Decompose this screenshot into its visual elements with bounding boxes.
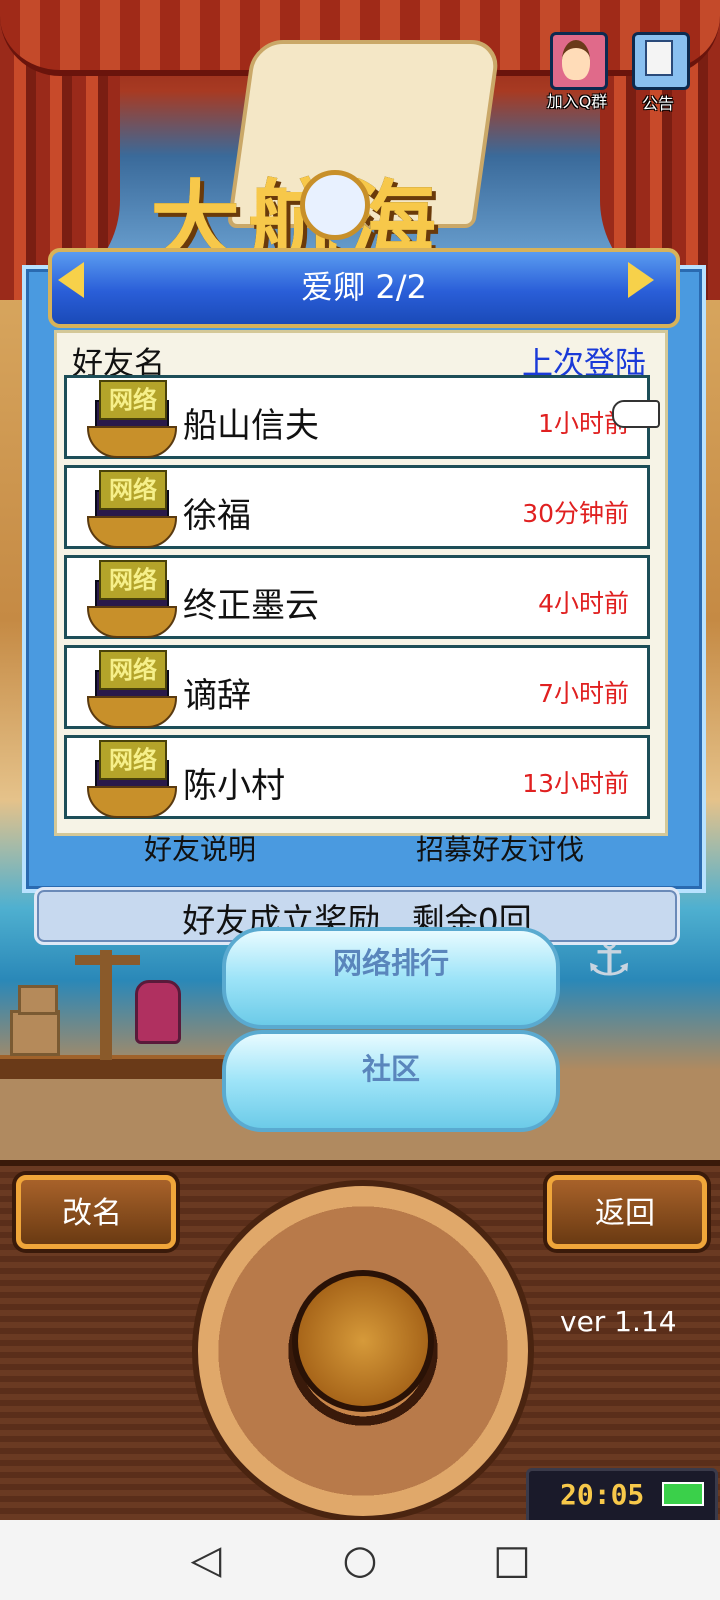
friend-name: 谪辞 — [183, 676, 251, 716]
recents-square-icon[interactable]: □ — [482, 1537, 542, 1583]
friend-row[interactable]: 网络 徐福 30分钟前 — [64, 465, 650, 549]
crate — [10, 1010, 60, 1056]
friend-last-login: 4小时前 — [538, 589, 629, 618]
crate — [18, 985, 58, 1015]
pirate-character — [135, 980, 181, 1044]
friend-name: 终正墨云 — [183, 586, 319, 626]
friend-last-login: 7小时前 — [538, 679, 629, 708]
notice-label: 公告 — [641, 94, 674, 113]
network-badge: 网络 — [99, 740, 167, 780]
ship-icon: 网络 — [81, 650, 177, 730]
center-action-button[interactable] — [292, 1270, 434, 1412]
document-icon — [645, 40, 673, 76]
friend-row[interactable]: 网络 船山信夫 1小时前 — [64, 375, 650, 459]
battery-icon — [662, 1482, 704, 1506]
network-badge: 网络 — [99, 380, 167, 420]
home-circle-icon[interactable]: ○ — [330, 1537, 390, 1583]
game-logo: 大航海 — [150, 171, 444, 276]
network-badge: 网络 — [99, 560, 167, 600]
crane-post — [100, 950, 112, 1060]
friend-explanation-button[interactable]: 好友说明 — [120, 828, 280, 868]
friend-last-login: 30分钟前 — [522, 499, 629, 528]
back-triangle-icon[interactable]: ◁ — [176, 1537, 236, 1583]
back-label: 返回 — [595, 1196, 655, 1231]
friend-panel-title: 爱卿 2/2 — [301, 268, 427, 306]
community-label: 社区 — [361, 1052, 420, 1086]
join-qq-group-label: 加入Q群 — [546, 92, 608, 111]
compass-icon — [300, 170, 370, 240]
friend-name: 徐福 — [183, 496, 251, 536]
friend-row[interactable]: 网络 谪辞 7小时前 — [64, 645, 650, 729]
game-clock: 20:05 — [560, 1478, 645, 1511]
network-ranking-label: 网络排行 — [332, 946, 449, 980]
network-badge: 网络 — [99, 650, 167, 690]
friend-row[interactable]: 网络 陈小村 13小时前 — [64, 735, 650, 819]
recruit-friends-button[interactable]: 招募好友讨伐 — [380, 828, 620, 868]
girl-avatar-icon — [562, 40, 590, 80]
friend-name: 船山信夫 — [183, 406, 319, 446]
friend-last-login: 13小时前 — [522, 769, 629, 798]
ship-icon: 网络 — [81, 560, 177, 640]
ship-icon: 网络 — [81, 380, 177, 460]
friend-name: 陈小村 — [183, 766, 285, 806]
friend-row[interactable]: 网络 终正墨云 4小时前 — [64, 555, 650, 639]
dock — [0, 1055, 250, 1079]
ship-icon: 网络 — [81, 740, 177, 820]
rename-label: 改名 — [62, 1196, 122, 1231]
network-badge: 网络 — [99, 470, 167, 510]
ship-icon: 网络 — [81, 470, 177, 550]
crane-arm — [75, 955, 140, 965]
version-label: ver 1.14 — [560, 1305, 677, 1338]
pointing-hand-icon — [612, 400, 660, 428]
